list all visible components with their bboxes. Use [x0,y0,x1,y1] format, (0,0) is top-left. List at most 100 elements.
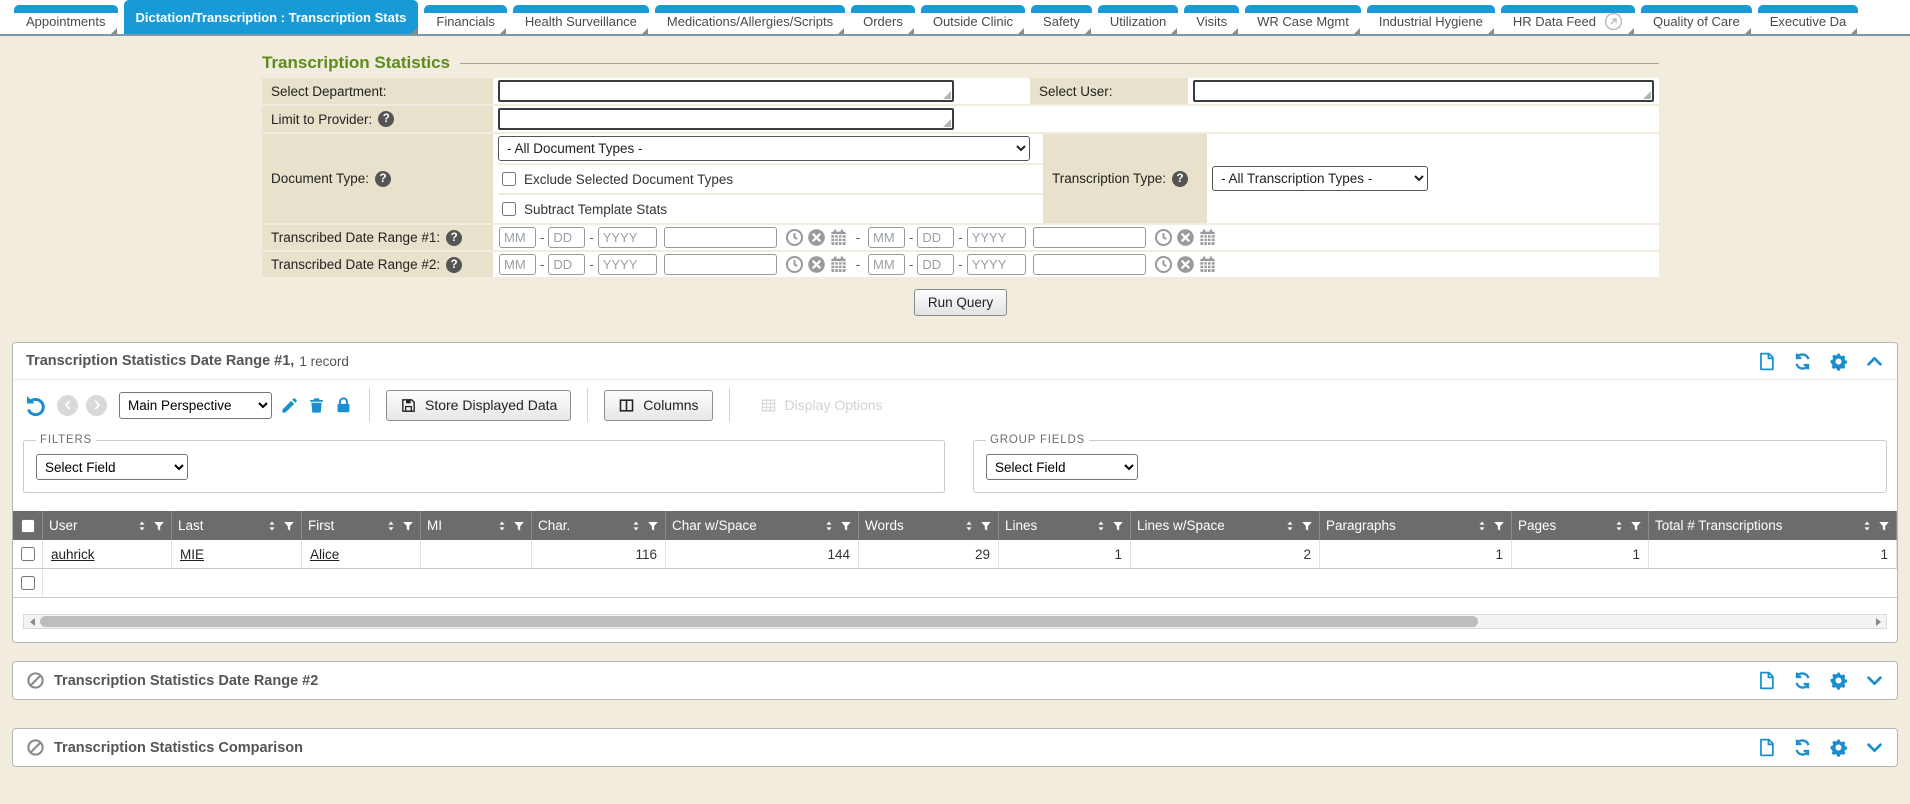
clock-icon[interactable] [1154,255,1173,274]
date2-start-year-input[interactable] [598,254,657,275]
date1-start-year-input[interactable] [598,227,657,248]
column-header-mi[interactable]: MI [421,511,532,540]
lock-icon[interactable] [334,396,353,415]
date1-end-year-input[interactable] [967,227,1026,248]
column-header-first[interactable]: First [302,511,421,540]
clock-icon[interactable] [785,255,804,274]
scroll-right-arrow[interactable] [1871,617,1885,627]
tab-financials[interactable]: Financials [424,5,507,34]
sort-icon[interactable] [1476,520,1488,532]
tab-health-surveillance[interactable]: Health Surveillance [513,5,649,34]
sort-icon[interactable] [1095,520,1107,532]
user-link[interactable]: auhrick [51,547,95,562]
tab-utilization[interactable]: Utilization [1098,5,1178,34]
select-all-checkbox[interactable] [21,519,35,533]
tab-safety[interactable]: Safety [1031,5,1092,34]
sort-icon[interactable] [1613,520,1625,532]
help-icon[interactable]: ? [378,111,394,127]
columns-button[interactable]: Columns [604,390,712,421]
tab-medications-allergies-scripts[interactable]: Medications/Allergies/Scripts [655,5,845,34]
next-perspective-button[interactable] [86,395,107,416]
tab-industrial-hygiene[interactable]: Industrial Hygiene [1367,5,1495,34]
sort-icon[interactable] [266,520,278,532]
scrollbar-thumb[interactable] [40,616,1478,627]
empty-row-checkbox[interactable] [21,576,35,590]
edit-pencil-icon[interactable] [280,396,299,415]
clear-icon[interactable] [807,228,826,247]
clock-icon[interactable] [785,228,804,247]
date1-end-time-input[interactable] [1033,227,1146,248]
tab-orders[interactable]: Orders [851,5,915,34]
filter-icon[interactable] [1112,520,1124,532]
row-checkbox[interactable] [21,547,35,561]
tab-dictation-transcription-stats[interactable]: Dictation/Transcription : Transcription … [124,0,419,34]
refresh-icon[interactable] [1793,671,1812,690]
help-icon[interactable]: ? [375,171,391,187]
tab-hr-data-feed[interactable]: HR Data Feed [1501,5,1635,34]
select-department-input[interactable] [500,82,952,100]
column-header-last[interactable]: Last [172,511,302,540]
tab-appointments[interactable]: Appointments [14,5,118,34]
first-name-link[interactable]: Alice [310,547,339,562]
calendar-icon[interactable] [1198,255,1217,274]
refresh-icon[interactable] [1793,738,1812,757]
expand-chevron-icon[interactable] [1865,738,1884,757]
calendar-icon[interactable] [829,255,848,274]
date2-end-month-input[interactable] [868,254,905,275]
perspective-select[interactable]: Main Perspective [119,392,272,419]
group-select-field[interactable]: Select Field [986,454,1138,480]
transcription-type-select[interactable]: - All Transcription Types - [1212,166,1428,191]
gear-icon[interactable] [1829,352,1848,371]
column-header-total-transcriptions[interactable]: Total # Transcriptions [1649,511,1897,540]
tab-outside-clinic[interactable]: Outside Clinic [921,5,1025,34]
tab-wr-case-mgmt[interactable]: WR Case Mgmt [1245,5,1361,34]
filter-icon[interactable] [1630,520,1642,532]
clear-icon[interactable] [807,255,826,274]
column-header-pages[interactable]: Pages [1512,511,1649,540]
exclude-document-types-checkbox[interactable] [502,172,516,186]
date2-end-year-input[interactable] [967,254,1026,275]
run-query-button[interactable]: Run Query [914,289,1007,316]
column-header-lines-w-space[interactable]: Lines w/Space [1131,511,1320,540]
filter-icon[interactable] [153,520,165,532]
select-user-input[interactable] [1195,82,1652,100]
store-displayed-data-button[interactable]: Store Displayed Data [386,390,571,421]
undo-icon[interactable] [23,393,47,417]
column-header-char[interactable]: Char. [532,511,666,540]
new-page-icon[interactable] [1757,352,1776,371]
sort-icon[interactable] [630,520,642,532]
help-icon[interactable]: ? [446,257,462,273]
clear-icon[interactable] [1176,255,1195,274]
help-icon[interactable]: ? [1172,171,1188,187]
column-header-words[interactable]: Words [859,511,999,540]
column-header-user[interactable]: User [43,511,172,540]
filter-icon[interactable] [1878,520,1890,532]
clear-icon[interactable] [1176,228,1195,247]
new-page-icon[interactable] [1757,671,1776,690]
gear-icon[interactable] [1829,671,1848,690]
new-page-icon[interactable] [1757,738,1776,757]
filter-icon[interactable] [283,520,295,532]
filter-icon[interactable] [513,520,525,532]
filters-select-field[interactable]: Select Field [36,454,188,480]
collapse-chevron-icon[interactable] [1865,352,1884,371]
help-icon[interactable]: ? [446,230,462,246]
sort-icon[interactable] [496,520,508,532]
date2-start-time-input[interactable] [664,254,777,275]
date1-start-day-input[interactable] [548,227,585,248]
horizontal-scrollbar[interactable] [23,614,1887,629]
filter-icon[interactable] [840,520,852,532]
date1-end-day-input[interactable] [917,227,954,248]
trash-icon[interactable] [307,396,326,415]
document-type-select[interactable]: - All Document Types - [498,136,1030,161]
expand-chevron-icon[interactable] [1865,671,1884,690]
date2-start-month-input[interactable] [499,254,536,275]
filter-icon[interactable] [647,520,659,532]
filter-icon[interactable] [1493,520,1505,532]
date2-start-day-input[interactable] [548,254,585,275]
scroll-left-arrow[interactable] [25,617,39,627]
date1-start-month-input[interactable] [499,227,536,248]
tab-quality-of-care[interactable]: Quality of Care [1641,5,1752,34]
external-link-icon[interactable] [1604,12,1623,31]
sort-icon[interactable] [823,520,835,532]
